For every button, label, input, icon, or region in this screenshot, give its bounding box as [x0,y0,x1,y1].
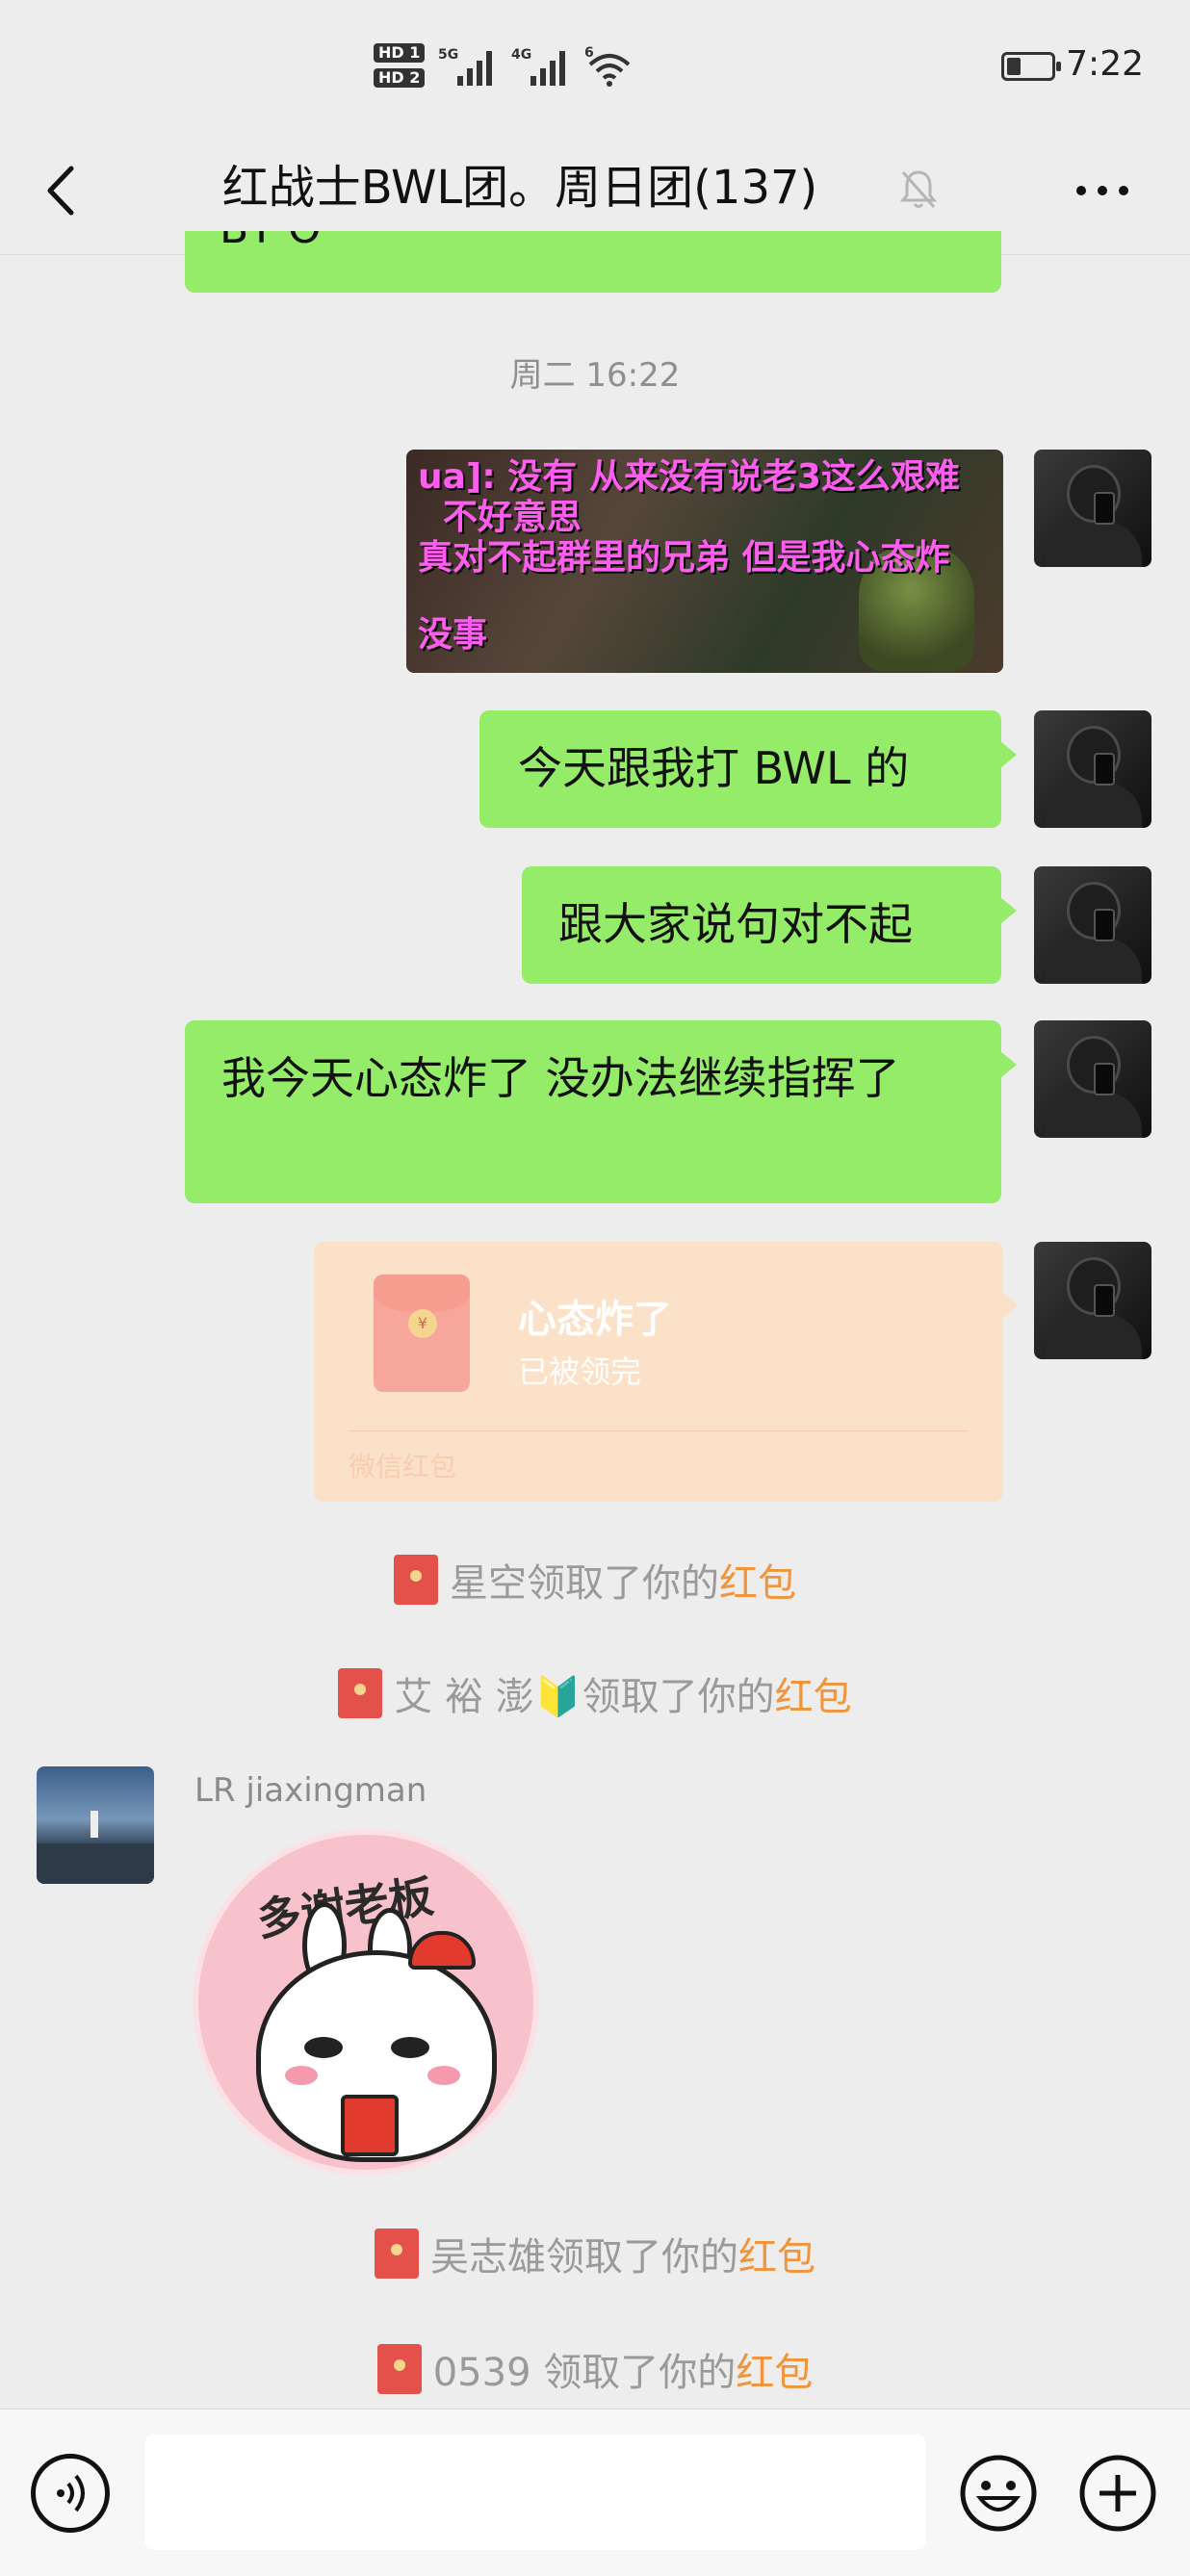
red-packet-card[interactable]: ¥ 心态炸了 已被领完 微信红包 [314,1242,1019,1502]
notice-text: 星空领取了你的 [450,1561,719,1606]
message-input[interactable] [144,2434,926,2550]
my-avatar[interactable] [1034,866,1151,984]
hd1-badge: HD 1 [374,43,426,63]
voice-icon[interactable] [31,2454,110,2533]
wifi-icon: 6 [584,45,631,87]
system-notice: 星空领取了你的红包 [0,1552,1190,1608]
partial-message-bubble[interactable]: BT O [185,231,1001,293]
net2-label: 4G [511,47,531,63]
status-clock: 7:22 [1066,44,1144,84]
net1-label: 5G [438,47,458,63]
hd2-badge: HD 2 [374,68,426,88]
image-text-line: 不好意思 [443,498,582,537]
sticker-message[interactable]: 多谢老板 [193,1829,539,2176]
system-notice: 艾 裕 澎🔰领取了你的红包 [0,1665,1190,1721]
notice-text: 艾 裕 澎🔰领取了你的 [394,1675,775,1719]
status-bar: HD 1 HD 2 5G 4G 6 7:22 [0,0,1190,130]
red-packet-footer: 微信红包 [349,1451,457,1482]
hd-badges: HD 1 HD 2 [374,43,426,88]
message-text: 今天跟我打 BWL 的 [518,742,910,794]
notice-text: 吴志雄领取了你的 [430,2235,738,2280]
red-packet-link[interactable]: 红包 [738,2235,815,2280]
signal-4g-icon: 4G [511,47,566,86]
message-bubble[interactable]: 我今天心态炸了 没办法继续指挥了 [185,1020,1017,1203]
partial-message-text: BT O [220,231,322,262]
red-packet-title: 心态炸了 [518,1298,672,1342]
red-packet-link[interactable]: 红包 [736,2351,813,2395]
signal-indicators: HD 1 HD 2 5G 4G 6 [374,37,634,94]
bell-off-icon [899,170,938,208]
emoji-icon[interactable] [959,2454,1038,2533]
system-notice: 0539 领取了你的红包 [0,2341,1190,2397]
message-text: 我今天心态炸了 没办法继续指挥了 [221,1052,900,1104]
battery-icon [1001,52,1061,81]
red-packet-status: 已被领完 [518,1353,642,1390]
my-avatar[interactable] [1034,450,1151,567]
red-packet-mini-icon [376,2344,422,2394]
red-packet-link[interactable]: 红包 [775,1675,852,1719]
red-packet-mini-icon [338,1668,383,1718]
system-notice: 吴志雄领取了你的红包 [0,2226,1190,2281]
timestamp: 周二 16:22 [509,356,681,395]
red-packet-mini-icon [394,1555,438,1605]
wifi-label: 6 [584,45,594,61]
sender-name: LR jiaxingman [194,1771,427,1810]
image-message[interactable]: ua]: 没有 从来没有说老3这么艰难 不好意思 真对不起群里的兄弟 但是我心态… [406,450,1003,673]
my-avatar[interactable] [1034,1242,1151,1359]
plus-icon[interactable] [1078,2454,1157,2533]
chat-title: 红战士BWL团。周日团(137) [221,161,818,215]
divider [349,1430,969,1431]
message-bubble[interactable]: 跟大家说句对不起 [522,866,1017,984]
coin-symbol: ¥ [408,1309,437,1338]
input-bar [0,2409,1190,2576]
red-packet-link[interactable]: 红包 [719,1561,796,1606]
message-text: 跟大家说句对不起 [558,898,913,950]
chevron-left-icon[interactable] [35,157,92,224]
message-bubble[interactable]: 今天跟我打 BWL 的 [479,710,1017,828]
red-packet-icon: ¥ [374,1275,470,1392]
image-text-line: ua]: 没有 从来没有说老3这么艰难 [418,457,960,497]
my-avatar[interactable] [1034,1020,1151,1138]
red-packet-mini-icon [375,2228,419,2279]
signal-5g-icon: 5G [438,47,493,86]
user-avatar[interactable] [37,1766,154,1884]
notice-text: 0539 领取了你的 [432,2351,737,2395]
image-text-line: 没事 [418,615,488,655]
image-text-line: 真对不起群里的兄弟 但是我心态炸 [418,538,950,578]
my-avatar[interactable] [1034,710,1151,828]
more-dots-icon[interactable] [1071,168,1134,213]
